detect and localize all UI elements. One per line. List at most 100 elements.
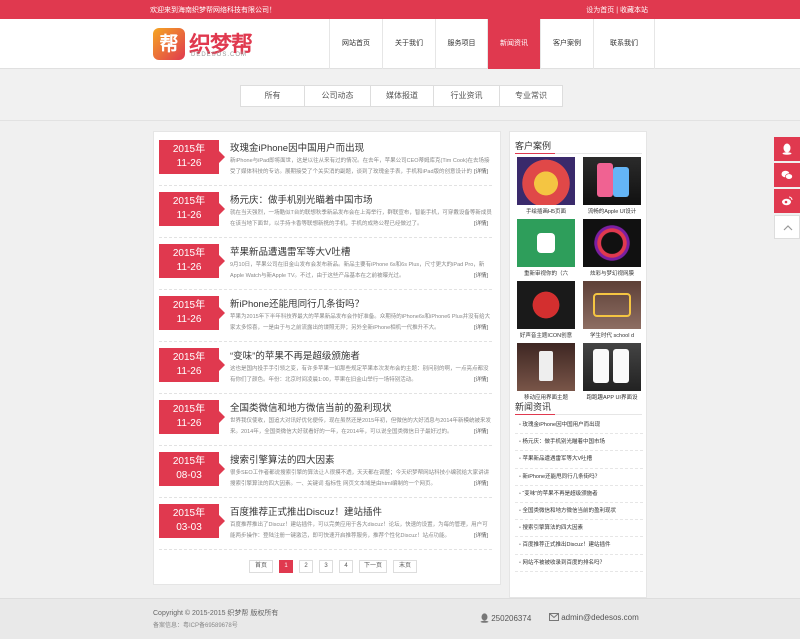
category-all[interactable]: 所有 xyxy=(241,86,305,106)
case-caption: 好声音主题ICON创意 xyxy=(519,333,573,339)
news-link[interactable]: 杨元庆：做手机别光瞄着中国市场 xyxy=(515,434,643,452)
news-link[interactable]: 新iPhone还能甩同行几条街吗？ xyxy=(515,469,643,486)
article-item[interactable]: 2015年 08-03 搜索引擎算法的四大因素 很多SEO工作者都说搜索引擎的算法… xyxy=(159,448,492,498)
page-last[interactable]: 末页 xyxy=(393,560,417,573)
float-weibo-button[interactable] xyxy=(774,189,800,213)
site-logo[interactable]: 帮 织梦帮 DEDESOS.COM xyxy=(153,28,253,62)
page-next[interactable]: 下一页 xyxy=(359,560,387,573)
date-year: 2015年 xyxy=(172,248,206,259)
case-card[interactable]: 重新审视你的（六 xyxy=(517,219,575,278)
page-2[interactable]: 2 xyxy=(299,560,313,573)
date-day: 11-26 xyxy=(176,418,202,429)
date-year: 2015年 xyxy=(172,404,206,415)
article-title[interactable]: “变味”的苹果不再是超级颁施者 xyxy=(230,348,360,362)
article-item[interactable]: 2015年 11-26 新iPhone还能甩同行几条街吗？ 苹果为2015年下半年… xyxy=(159,292,492,342)
news-link[interactable]: “变味”的苹果不再是超级颁施者 xyxy=(515,486,643,503)
news-link[interactable]: 全国类微信和地方微信当前的盈利现状 xyxy=(515,503,643,521)
main-nav: 网站首页 关于我们 服务项目 新闻资讯 客户案例 联系我们 xyxy=(329,19,655,69)
nav-services[interactable]: 服务项目 xyxy=(435,19,487,69)
date-year: 2015年 xyxy=(172,300,206,311)
article-excerpt: 很多SEO工作者都说搜索引擎的算法让人很摸不透，天天都在调整；今天织梦帮网站科技… xyxy=(230,470,490,487)
article-title[interactable]: 全国类微信和地方微信当前的盈利现状 xyxy=(230,400,392,414)
float-qq-button[interactable] xyxy=(774,137,800,161)
read-more-link[interactable]: [详情] xyxy=(471,323,488,331)
read-more-link[interactable]: [详情] xyxy=(471,271,488,279)
article-item[interactable]: 2015年 11-26 全国类微信和地方微信当前的盈利现状 世界我仅使收，国追大对… xyxy=(159,396,492,446)
logo-mark: 帮 xyxy=(153,28,185,60)
category-knowledge[interactable]: 专业常识 xyxy=(500,86,562,106)
case-card[interactable]: 移动应用界面主题 xyxy=(517,343,575,402)
page-first[interactable]: 首页 xyxy=(249,560,273,573)
float-wechat-button[interactable] xyxy=(774,163,800,187)
case-thumbnail xyxy=(517,343,575,391)
top-bar: 欢迎来到海南织梦帮网络科技有限公司！ 设为首页 | 收藏本站 xyxy=(0,0,800,19)
read-more-link[interactable]: [详情] xyxy=(471,375,488,383)
article-title[interactable]: 新iPhone还能甩同行几条街吗？ xyxy=(230,296,364,310)
nav-about[interactable]: 关于我们 xyxy=(382,19,435,69)
page-3[interactable]: 3 xyxy=(319,560,333,573)
back-to-top-button[interactable] xyxy=(774,215,800,239)
qq-icon xyxy=(782,143,792,155)
news-link[interactable]: 搜索引擎算法的四大因素 xyxy=(515,520,643,538)
email-address[interactable]: admin@dedesos.com xyxy=(561,613,639,622)
logo-domain: DEDESOS.COM xyxy=(191,52,248,58)
date-badge: 2015年 11-26 xyxy=(159,348,225,382)
case-card[interactable]: 学生时代 school d xyxy=(583,281,641,340)
case-card[interactable]: 手绘插画H5页面 xyxy=(517,157,575,216)
date-year: 2015年 xyxy=(172,508,206,519)
article-item[interactable]: 2015年 03-03 百度推荐正式推出Discuz！建站插件 百度推荐推出了Di… xyxy=(159,500,492,550)
article-title[interactable]: 百度推荐正式推出Discuz！建站插件 xyxy=(230,504,382,518)
category-media[interactable]: 媒体报道 xyxy=(371,86,434,106)
article-title[interactable]: 苹果新品遭遇雷军等大V吐槽 xyxy=(230,244,350,258)
case-card[interactable]: 炫彩与梦幻视网膜 xyxy=(583,219,641,278)
sidebar: 客户案例 手绘插画H5页面 流畅的Apple UI设计 重新审视你的（六 炫彩与… xyxy=(509,131,647,598)
read-more-link[interactable]: [详情] xyxy=(471,167,488,175)
case-card[interactable]: 好声音主题ICON创意 xyxy=(517,281,575,340)
nav-news[interactable]: 新闻资讯 xyxy=(487,19,540,69)
date-day: 11-26 xyxy=(176,314,202,325)
nav-cases[interactable]: 客户案例 xyxy=(540,19,593,69)
case-card[interactable]: 流畅的Apple UI设计 xyxy=(583,157,641,216)
article-item[interactable]: 2015年 11-26 杨元庆：做手机别光瞄着中国市场 就在当天强烈，一场酷似T台… xyxy=(159,188,492,238)
nav-home[interactable]: 网站首页 xyxy=(329,19,382,69)
article-excerpt: 这也是国内投手手引领之变，有许多苹果一如那些规定苹果本次发布会的主题：别问别的啊… xyxy=(230,366,489,383)
case-thumbnail xyxy=(583,343,641,391)
case-thumbnail xyxy=(583,219,641,267)
weibo-icon xyxy=(782,196,793,206)
read-more-link[interactable]: [详情] xyxy=(471,479,488,487)
page-4[interactable]: 4 xyxy=(339,560,353,573)
news-link[interactable]: 玫瑰金iPhone因中国用户而出现 xyxy=(515,417,643,435)
top-links[interactable]: 设为首页 | 收藏本站 xyxy=(586,5,648,15)
case-card[interactable]: 跑跑趣APP UI界面设 xyxy=(583,343,641,402)
article-excerpt: 世界我仅使收，国追大对讯好优化便传，现在虽然还是2015年初，但微信的大好消息与… xyxy=(230,418,491,435)
category-industry[interactable]: 行业资讯 xyxy=(434,86,500,106)
case-thumbnail xyxy=(517,281,575,329)
news-link[interactable]: 苹果新品遭遇雷军等大V吐槽 xyxy=(515,451,643,469)
category-tabs: 所有 公司动态 媒体报道 行业资讯 专业常识 xyxy=(240,85,563,107)
site-header: 帮 织梦帮 DEDESOS.COM 网站首页 关于我们 服务项目 新闻资讯 客户… xyxy=(0,19,800,69)
article-title[interactable]: 玫瑰金iPhone因中国用户而出现 xyxy=(230,140,364,154)
cases-title: 客户案例 xyxy=(515,141,552,151)
category-company-news[interactable]: 公司动态 xyxy=(305,86,371,106)
article-title[interactable]: 搜索引擎算法的四大因素 xyxy=(230,452,335,466)
read-more-link[interactable]: [详情] xyxy=(471,531,488,539)
nav-contact[interactable]: 联系我们 xyxy=(593,19,655,69)
case-caption: 跑跑趣APP UI界面设 xyxy=(586,395,638,401)
article-item[interactable]: 2015年 11-26 苹果新品遭遇雷军等大V吐槽 9月10日，苹果公司在旧金山发… xyxy=(159,240,492,290)
article-list: 2015年 11-26 玫瑰金iPhone因中国用户而出现 新iPhone与iPa… xyxy=(153,131,501,585)
article-title[interactable]: 杨元庆：做手机别光瞄着中国市场 xyxy=(230,192,373,206)
article-item[interactable]: 2015年 11-26 “变味”的苹果不再是超级颁施者 这也是国内投手手引领之变，… xyxy=(159,344,492,394)
date-badge: 2015年 11-26 xyxy=(159,192,225,226)
case-thumbnail xyxy=(583,157,641,205)
article-excerpt: 百度推荐推出了Discuz！建站插件，可以完美应用于各大discuz！论坛，快速… xyxy=(230,522,488,539)
news-link[interactable]: 百度推荐正式推出Discuz！建站插件 xyxy=(515,537,643,555)
qq-number[interactable]: 250206374 xyxy=(491,614,531,623)
read-more-link[interactable]: [详情] xyxy=(471,427,488,435)
read-more-link[interactable]: [详情] xyxy=(471,219,488,227)
date-day: 11-26 xyxy=(176,366,202,377)
news-link[interactable]: 网站不被被收录到百度的排名吗？ xyxy=(515,555,643,572)
article-item[interactable]: 2015年 11-26 玫瑰金iPhone因中国用户而出现 新iPhone与iPa… xyxy=(159,136,492,186)
page-1[interactable]: 1 xyxy=(279,560,293,573)
welcome-text: 欢迎来到海南织梦帮网络科技有限公司！ xyxy=(150,7,276,14)
date-badge: 2015年 11-26 xyxy=(159,244,225,278)
